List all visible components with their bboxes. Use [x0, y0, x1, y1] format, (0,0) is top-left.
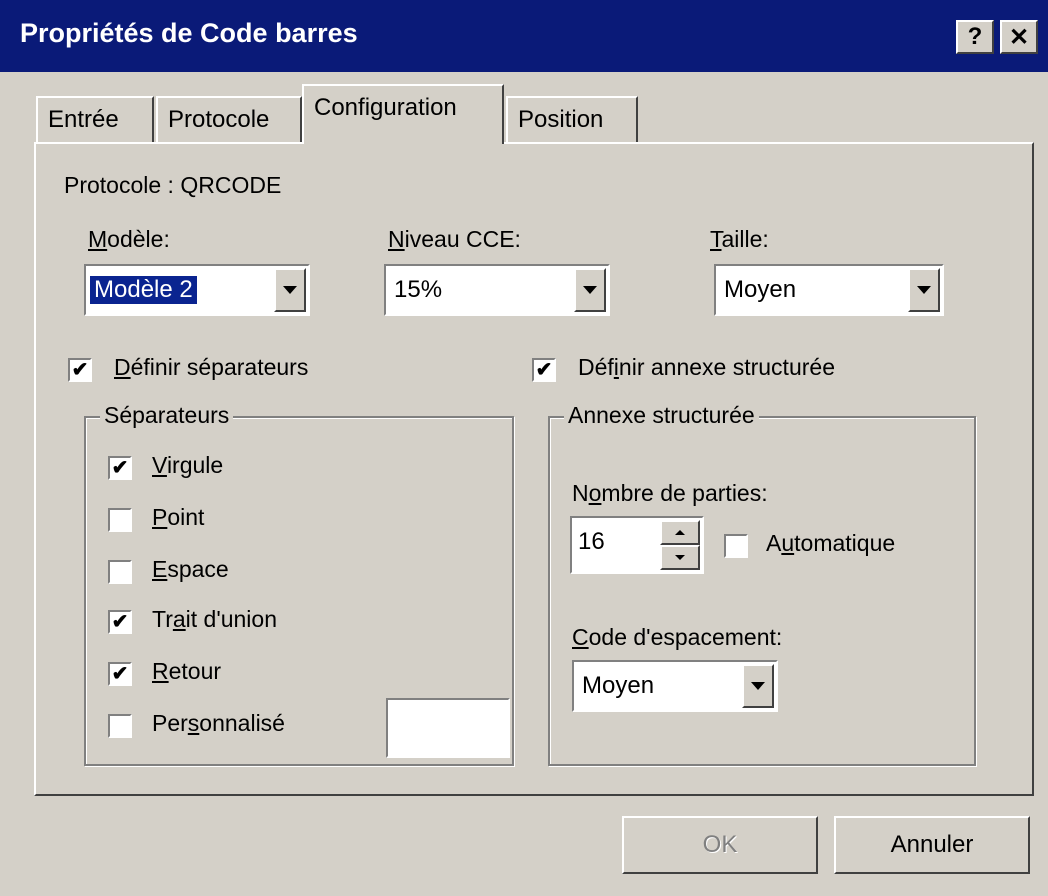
- definir-annexe-label[interactable]: Définir annexe structurée: [578, 354, 835, 381]
- automatique-checkbox[interactable]: [724, 534, 748, 558]
- personnalise-input[interactable]: [386, 698, 510, 758]
- taille-select[interactable]: Moyen: [714, 264, 944, 316]
- modele-dropdown-button[interactable]: [274, 268, 306, 312]
- chevron-down-icon: [917, 286, 931, 294]
- automatique-label[interactable]: Automatique: [766, 530, 895, 557]
- trait-union-label[interactable]: Trait d'union: [152, 606, 277, 633]
- arrow-down-icon: [675, 555, 685, 560]
- code-espacement-select[interactable]: Moyen: [572, 660, 778, 712]
- modele-select[interactable]: Modèle 2: [84, 264, 310, 316]
- code-espacement-label: Code d'espacement:: [572, 624, 783, 650]
- separateurs-group-title: Séparateurs: [100, 402, 234, 429]
- chevron-down-icon: [583, 286, 597, 294]
- taille-dropdown-button[interactable]: [908, 268, 940, 312]
- espace-label[interactable]: Espace: [152, 556, 229, 583]
- code-dropdown-button[interactable]: [742, 664, 774, 708]
- niveau-label: Niveau CCE:: [388, 226, 521, 252]
- definir-separateurs-label[interactable]: Définir séparateurs: [114, 354, 308, 381]
- chevron-down-icon: [751, 682, 765, 690]
- spin-up-button[interactable]: [660, 520, 700, 545]
- definir-annexe-checkbox[interactable]: ✔: [532, 358, 556, 382]
- retour-checkbox[interactable]: ✔: [108, 662, 132, 686]
- virgule-label[interactable]: Virgule: [152, 452, 223, 479]
- niveau-dropdown-button[interactable]: [574, 268, 606, 312]
- cancel-button[interactable]: Annuler: [834, 816, 1030, 874]
- ok-button[interactable]: OK: [622, 816, 818, 874]
- virgule-checkbox[interactable]: ✔: [108, 456, 132, 480]
- modele-label: Modèle:: [88, 226, 170, 252]
- niveau-cce-select[interactable]: 15%: [384, 264, 610, 316]
- niveau-value: 15%: [394, 276, 443, 303]
- parties-label: Nombre de parties:: [572, 480, 768, 506]
- parties-value: 16: [578, 528, 605, 555]
- espace-checkbox[interactable]: [108, 560, 132, 584]
- annexe-group-title: Annexe structurée: [564, 402, 759, 429]
- point-checkbox[interactable]: [108, 508, 132, 532]
- code-espacement-value: Moyen: [582, 672, 655, 699]
- trait-union-checkbox[interactable]: ✔: [108, 610, 132, 634]
- arrow-up-icon: [675, 530, 685, 535]
- personnalise-checkbox[interactable]: [108, 714, 132, 738]
- retour-label[interactable]: Retour: [152, 658, 221, 685]
- spin-down-button[interactable]: [660, 545, 700, 570]
- modele-label-rest: odèle:: [107, 226, 170, 252]
- annexe-group: [548, 416, 976, 766]
- taille-label: Taille:: [710, 226, 769, 252]
- modele-value: Modèle 2: [89, 275, 198, 305]
- point-label[interactable]: Point: [152, 504, 204, 531]
- parties-spinner[interactable]: 16: [570, 516, 704, 574]
- protocol-label: Protocole : QRCODE: [64, 172, 282, 198]
- chevron-down-icon: [283, 286, 297, 294]
- taille-value: Moyen: [724, 276, 797, 303]
- personnalise-label[interactable]: Personnalisé: [152, 710, 285, 737]
- definir-separateurs-checkbox[interactable]: ✔: [68, 358, 92, 382]
